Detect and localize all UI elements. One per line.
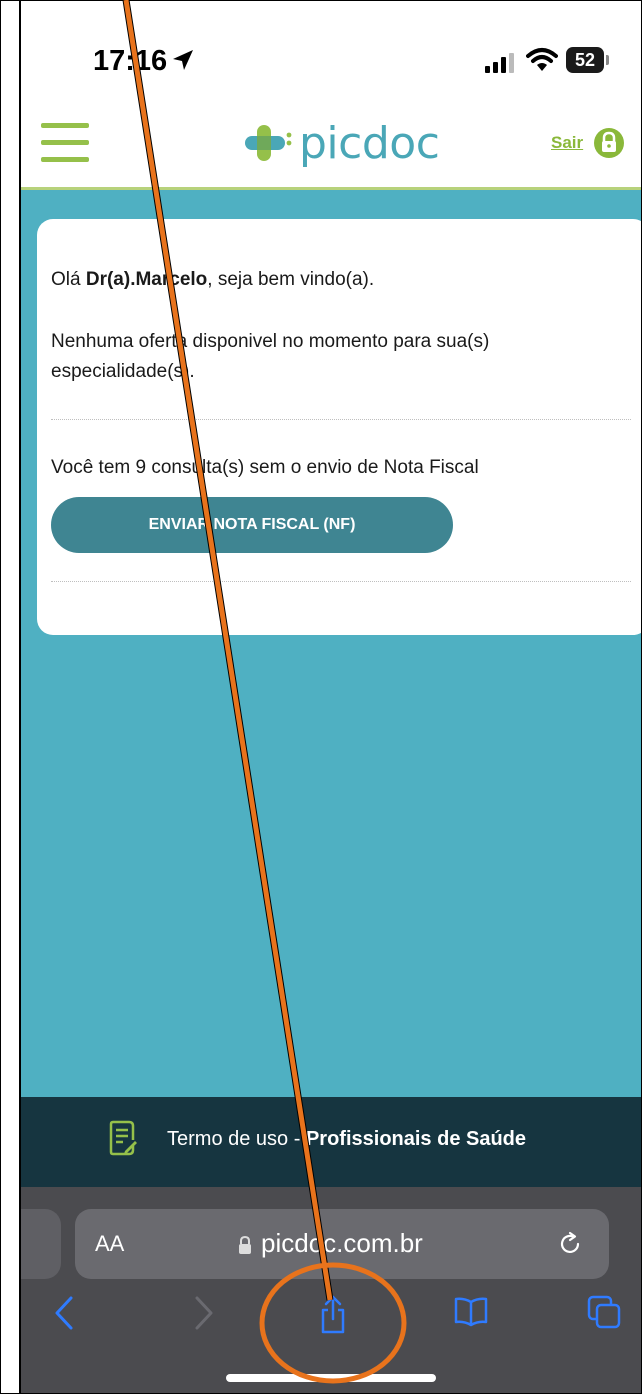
previous-tab-preview[interactable] xyxy=(21,1209,61,1279)
logo-cross-icon xyxy=(245,125,292,161)
send-invoice-button[interactable]: ENVIAR NOTA FISCAL (NF) xyxy=(51,497,453,553)
greeting-suffix: , seja bem vindo(a). xyxy=(207,269,375,290)
logout-link[interactable]: Sair xyxy=(551,133,583,153)
logo-text: picdoc xyxy=(299,117,440,169)
menu-icon[interactable] xyxy=(41,123,89,165)
welcome-card: Olá Dr(a).Marcelo, seja bem vindo(a). Ne… xyxy=(37,219,641,635)
home-indicator[interactable] xyxy=(226,1374,436,1382)
location-arrow-icon xyxy=(173,50,193,70)
url-text[interactable]: picdoc.com.br xyxy=(261,1228,423,1259)
divider xyxy=(51,581,631,582)
back-icon[interactable] xyxy=(51,1295,77,1331)
terms-bold: Profissionais de Saúde xyxy=(305,1128,527,1150)
divider xyxy=(51,419,631,420)
phone-screen: 17:16 52 picdoc Sair Olá Dr(a).Marcelo, … xyxy=(19,1,641,1393)
tabs-icon[interactable] xyxy=(587,1295,621,1329)
picdoc-logo: picdoc xyxy=(243,115,440,171)
share-icon[interactable] xyxy=(318,1295,348,1335)
pending-invoice-message: Você tem 9 consulta(s) sem o envio de No… xyxy=(51,457,479,478)
terms-document-icon xyxy=(109,1120,137,1156)
signal-icon xyxy=(485,53,514,73)
address-bar[interactable]: AA picdoc.com.br xyxy=(75,1209,609,1279)
lock-icon xyxy=(602,131,616,152)
status-bar: 17:16 52 xyxy=(21,1,641,101)
no-offers-message: Nenhuma oferta disponivel no momento par… xyxy=(51,331,490,382)
doctor-name: Dr(a).Marcelo xyxy=(85,269,208,290)
forward-icon[interactable] xyxy=(191,1295,217,1331)
battery-icon: 52 xyxy=(566,47,604,73)
terms-footer[interactable]: Termo de uso - Profissionais de Saúde xyxy=(21,1097,641,1187)
bookmarks-icon[interactable] xyxy=(454,1295,488,1327)
screenshot-frame: 17:16 52 picdoc Sair Olá Dr(a).Marcelo, … xyxy=(0,0,642,1394)
greeting-prefix: Olá xyxy=(51,269,86,290)
secure-lock-icon xyxy=(239,1235,251,1254)
browser-toolbar: AA picdoc.com.br xyxy=(21,1187,641,1393)
app-header: picdoc Sair xyxy=(21,101,641,190)
terms-prefix: Termo de uso - xyxy=(167,1128,306,1150)
reader-settings-button[interactable]: AA xyxy=(95,1231,124,1257)
wifi-icon xyxy=(526,48,558,71)
greeting-text: Olá Dr(a).Marcelo, seja bem vindo(a). xyxy=(51,265,374,295)
battery-tip xyxy=(606,55,609,65)
status-time: 17:16 xyxy=(93,45,168,77)
terms-of-use-link[interactable]: Termo de uso - Profissionais de Saúde xyxy=(167,1128,526,1151)
reload-icon[interactable] xyxy=(555,1229,585,1259)
logout-lock-button[interactable] xyxy=(594,128,624,158)
